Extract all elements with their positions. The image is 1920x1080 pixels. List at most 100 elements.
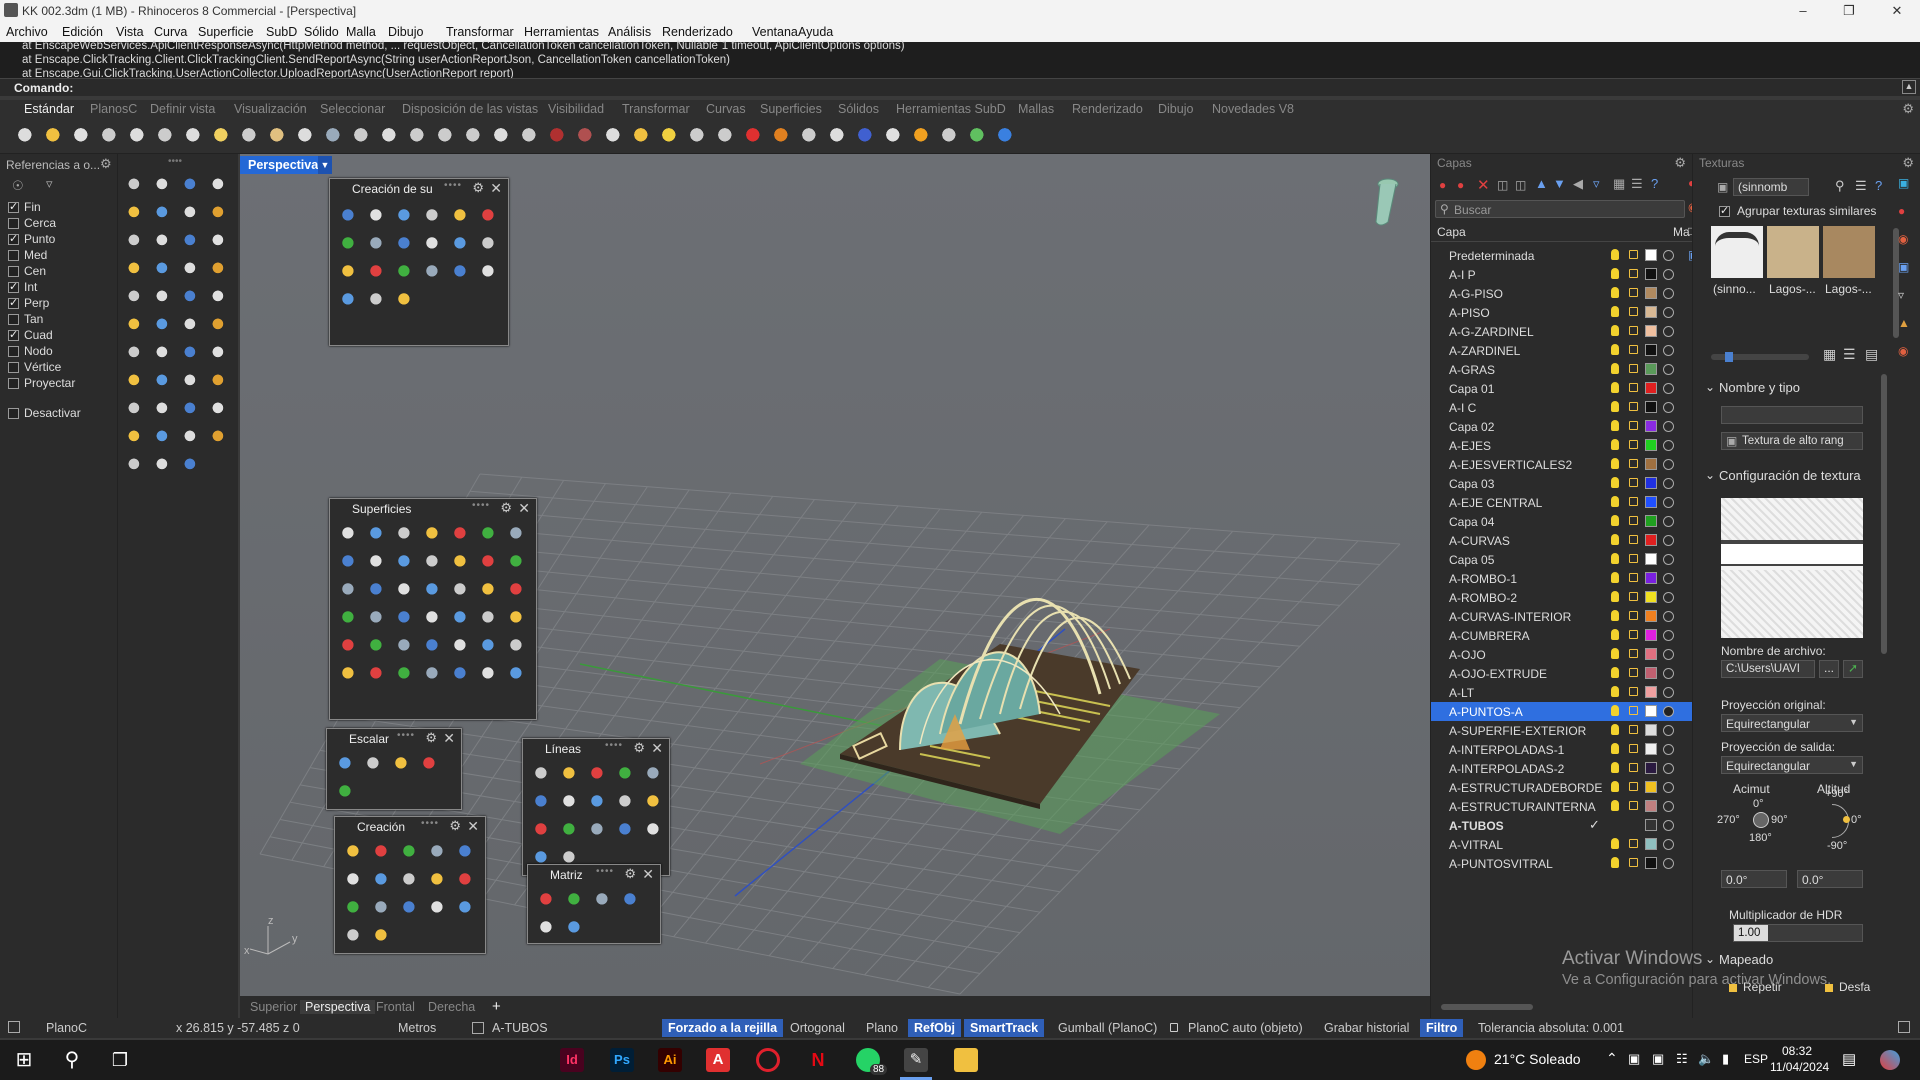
lightbulb-icon[interactable] bbox=[1611, 724, 1619, 735]
palette-tool-icon[interactable] bbox=[366, 551, 388, 573]
layer-color-swatch[interactable] bbox=[1645, 306, 1657, 318]
menu-item[interactable]: Curva bbox=[154, 25, 187, 39]
ellipse-tool-icon[interactable] bbox=[124, 230, 146, 252]
texture-selector[interactable]: (sinnomb bbox=[1733, 178, 1809, 196]
display-mode-icon[interactable] bbox=[800, 126, 822, 148]
texture-name-input[interactable] bbox=[1721, 406, 1863, 424]
material-icon[interactable] bbox=[1663, 402, 1674, 413]
text-tool-icon[interactable] bbox=[124, 370, 146, 392]
palette-tool-icon[interactable] bbox=[422, 205, 444, 227]
layer-row[interactable]: A-CURVAS-INTERIOR bbox=[1431, 607, 1693, 626]
extrude-tool-icon[interactable] bbox=[124, 286, 146, 308]
layer-color-swatch[interactable] bbox=[1645, 705, 1657, 717]
lock-icon[interactable] bbox=[1629, 801, 1638, 810]
mirror-tool-icon[interactable] bbox=[124, 426, 146, 448]
palette-tool-icon[interactable] bbox=[394, 523, 416, 545]
viewport-title-tab[interactable]: Perspectiva ▼ bbox=[240, 156, 332, 174]
panel-toggle-icon[interactable] bbox=[1898, 1021, 1910, 1033]
help-icon[interactable]: ? bbox=[1875, 178, 1882, 193]
lightbulb-icon[interactable] bbox=[1611, 439, 1619, 450]
gear-icon[interactable]: ⚙ bbox=[449, 818, 461, 834]
toolbar-tab[interactable]: Superficies bbox=[760, 102, 822, 116]
palette-tool-icon[interactable] bbox=[564, 917, 586, 939]
check-tool-icon[interactable] bbox=[208, 426, 230, 448]
scale-tool-icon[interactable] bbox=[208, 398, 230, 420]
palette-tool-icon[interactable] bbox=[506, 663, 528, 685]
layer-color-swatch[interactable] bbox=[1645, 344, 1657, 356]
command-scroll-button[interactable]: ▲ bbox=[1902, 80, 1916, 94]
palette-tool-icon[interactable] bbox=[338, 663, 360, 685]
material-icon[interactable] bbox=[1663, 497, 1674, 508]
windows-start-icon[interactable]: ⊞ bbox=[12, 1048, 36, 1072]
palette-tool-icon[interactable] bbox=[338, 607, 360, 629]
palette-tool-icon[interactable] bbox=[338, 551, 360, 573]
close-button[interactable]: ✕ bbox=[1874, 0, 1920, 22]
lock-icon[interactable] bbox=[1629, 668, 1638, 677]
palette-tool-icon[interactable] bbox=[422, 233, 444, 255]
lightbulb-icon[interactable] bbox=[1611, 800, 1619, 811]
array-tool-icon[interactable] bbox=[152, 426, 174, 448]
menu-item[interactable]: SubD bbox=[266, 25, 297, 39]
ortho-toggle[interactable]: Ortogonal bbox=[790, 1021, 845, 1035]
lock-icon[interactable] bbox=[1629, 706, 1638, 715]
dimension-tool-icon[interactable] bbox=[152, 370, 174, 392]
pan-icon[interactable] bbox=[268, 126, 290, 148]
lock-icon[interactable] bbox=[1629, 307, 1638, 316]
language-indicator[interactable]: ESP bbox=[1744, 1052, 1768, 1066]
palette-tool-icon[interactable] bbox=[450, 551, 472, 573]
layer-color-swatch[interactable] bbox=[1645, 724, 1657, 736]
revolve-tool-icon[interactable] bbox=[180, 286, 202, 308]
status-layer[interactable]: A-TUBOS bbox=[492, 1021, 548, 1035]
sweep-tool-icon[interactable] bbox=[208, 286, 230, 308]
osnap-checkbox[interactable] bbox=[8, 266, 19, 277]
toolbar-tab[interactable]: Curvas bbox=[706, 102, 746, 116]
section-mapping[interactable]: Mapeado bbox=[1719, 952, 1773, 967]
palette-tool-icon[interactable] bbox=[366, 233, 388, 255]
material-icon[interactable] bbox=[1663, 421, 1674, 432]
boolean-diff-tool-icon[interactable] bbox=[152, 342, 174, 364]
rotate-tool-icon[interactable] bbox=[180, 398, 202, 420]
copilot-icon[interactable] bbox=[1880, 1050, 1900, 1070]
layer-color-swatch[interactable] bbox=[1645, 781, 1657, 793]
palette-tool-icon[interactable] bbox=[427, 869, 449, 891]
palette-tool-icon[interactable] bbox=[506, 523, 528, 545]
palette-tool-icon[interactable] bbox=[478, 635, 500, 657]
palette-tool-icon[interactable] bbox=[531, 819, 553, 841]
gear-icon[interactable]: ⚙ bbox=[100, 156, 112, 172]
lightbulb-icon[interactable] bbox=[1611, 344, 1619, 355]
palette-tool-icon[interactable] bbox=[371, 869, 393, 891]
layer-row[interactable]: A-INTERPOLADAS-2 bbox=[1431, 759, 1693, 778]
layer-row[interactable]: A-PISO bbox=[1431, 303, 1693, 322]
palette-tool-icon[interactable] bbox=[615, 819, 637, 841]
material-icon[interactable] bbox=[1663, 459, 1674, 470]
palette-tool-icon[interactable] bbox=[366, 261, 388, 283]
layer-row[interactable]: A-PUNTOSVITRAL bbox=[1431, 854, 1693, 873]
material-icon[interactable] bbox=[1663, 592, 1674, 603]
layer-color-swatch[interactable] bbox=[1645, 686, 1657, 698]
fillet-tool-icon[interactable] bbox=[180, 230, 202, 252]
material-icon[interactable] bbox=[1663, 383, 1674, 394]
palette-tool-icon[interactable] bbox=[335, 753, 357, 775]
filter-icon[interactable]: ▿ bbox=[1593, 176, 1600, 192]
zoom-extents-icon[interactable] bbox=[352, 126, 374, 148]
material-icon[interactable] bbox=[1663, 706, 1674, 717]
polyline-tool-icon[interactable] bbox=[180, 174, 202, 196]
undo-icon[interactable] bbox=[240, 126, 262, 148]
palette-tool-icon[interactable] bbox=[422, 635, 444, 657]
palette-tool-icon[interactable] bbox=[391, 753, 413, 775]
material-icon[interactable] bbox=[1663, 630, 1674, 641]
layer-color-swatch[interactable] bbox=[1645, 648, 1657, 660]
palette-tool-icon[interactable] bbox=[455, 897, 477, 919]
lightbulb-icon[interactable] bbox=[1611, 762, 1619, 773]
palette-tool-icon[interactable] bbox=[643, 763, 665, 785]
layer-row[interactable]: Capa 02 bbox=[1431, 417, 1693, 436]
palette-tool-icon[interactable] bbox=[450, 663, 472, 685]
curve-tool-icon[interactable] bbox=[208, 174, 230, 196]
osnap-checkbox[interactable] bbox=[8, 378, 19, 389]
view-tab[interactable]: Frontal bbox=[376, 1000, 415, 1014]
palette-tool-icon[interactable] bbox=[427, 897, 449, 919]
layer-row[interactable]: A-EJES bbox=[1431, 436, 1693, 455]
search-icon[interactable]: ⚲ bbox=[1835, 178, 1845, 194]
volume-icon[interactable]: 🔈 bbox=[1698, 1051, 1714, 1067]
toolbar-tab[interactable]: Sólidos bbox=[838, 102, 879, 116]
